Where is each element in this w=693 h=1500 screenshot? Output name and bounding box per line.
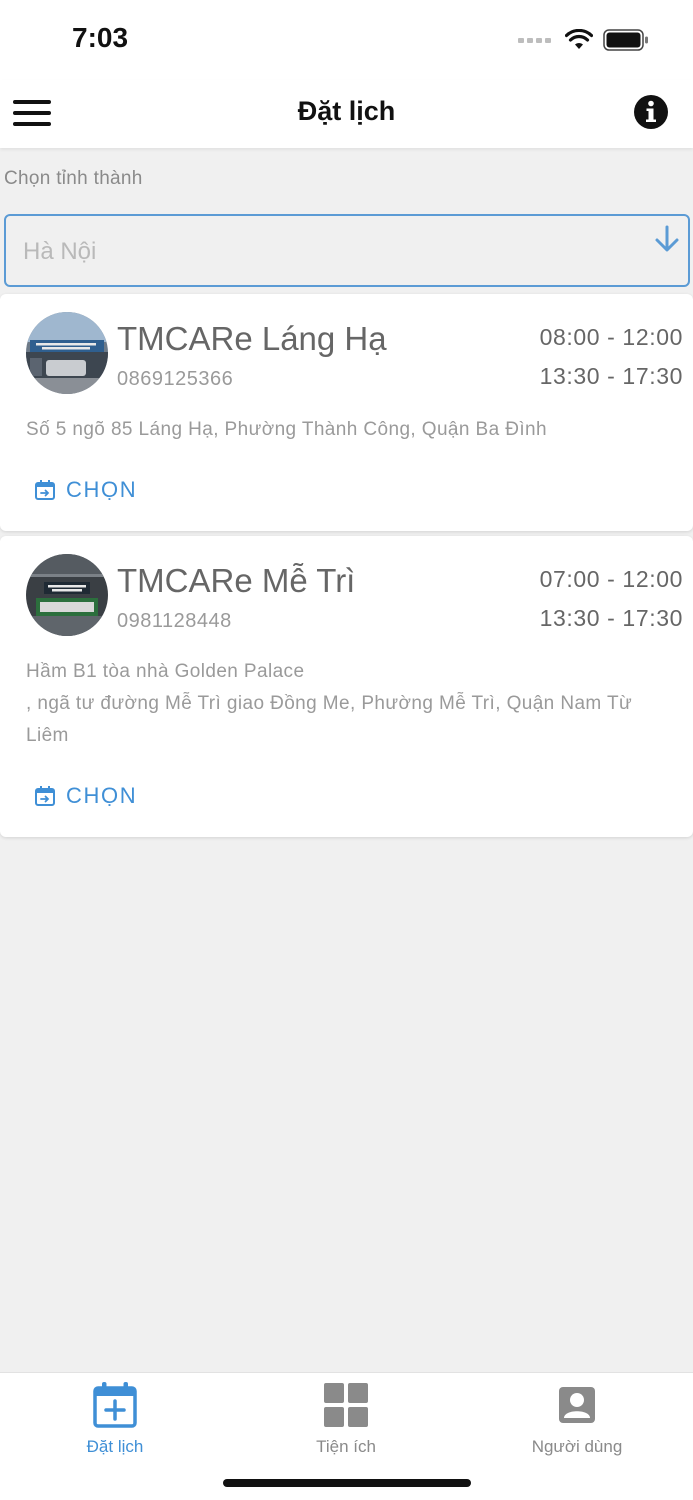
store-name: TMCARe Láng Hạ (117, 320, 387, 357)
province-label: Chọn tỉnh thành (4, 168, 143, 189)
tab-tien-ich[interactable]: Tiện ích (266, 1381, 426, 1457)
status-bar: 7:03 (0, 0, 693, 80)
user-icon (559, 1387, 595, 1423)
tab-dat-lich-label: Đặt lịch (86, 1437, 144, 1456)
cellular-signal-icon (518, 37, 551, 43)
store-name: TMCARe Mễ Trì (117, 562, 356, 599)
choose-store-button[interactable]: CHỌN (34, 477, 137, 503)
choose-store-button[interactable]: CHỌN (34, 783, 137, 809)
store-address: Hầm B1 tòa nhà Golden Palace , ngã tư đư… (26, 656, 663, 752)
province-select[interactable]: Hà Nội (4, 214, 690, 287)
store-hours-afternoon: 13:30 - 17:30 (539, 363, 683, 389)
store-hours: 07:00 - 12:00 13:30 - 17:30 (540, 560, 683, 638)
store-phone[interactable]: 0981128448 (117, 610, 232, 633)
home-indicator[interactable] (223, 1479, 471, 1487)
store-address-line-1: Hầm B1 tòa nhà Golden Palace (26, 661, 305, 682)
choose-store-label: CHỌN (66, 783, 138, 808)
tab-tien-ich-label: Tiện ích (316, 1437, 376, 1456)
store-hours-morning: 08:00 - 12:00 (539, 324, 683, 350)
choose-store-label: CHỌN (66, 477, 138, 502)
wifi-icon (565, 29, 593, 49)
calendar-plus-icon (93, 1382, 137, 1428)
calendar-arrow-icon (35, 480, 55, 500)
battery-icon (603, 29, 648, 51)
store-hours-morning: 07:00 - 12:00 (539, 566, 683, 592)
info-icon[interactable] (633, 94, 669, 130)
store-phone[interactable]: 0869125366 (117, 368, 233, 391)
tab-nguoi-dung-label: Người dùng (531, 1437, 623, 1456)
page-title: Đặt lịch (297, 96, 396, 126)
status-time: 7:03 (72, 22, 129, 53)
grid-icon (324, 1383, 368, 1427)
store-hours: 08:00 - 12:00 13:30 - 17:30 (540, 318, 683, 396)
store-avatar (26, 312, 108, 394)
store-address-line-2: , ngã tư đường Mễ Trì giao Đồng Me, Phườ… (26, 693, 633, 746)
store-card: TMCARe Láng Hạ 0869125366 08:00 - 12:00 … (0, 294, 693, 531)
store-card: TMCARe Mễ Trì 0981128448 07:00 - 12:00 1… (0, 536, 693, 837)
store-address: Số 5 ngõ 85 Láng Hạ, Phường Thành Công, … (26, 419, 547, 440)
tab-dat-lich[interactable]: Đặt lịch (35, 1381, 195, 1457)
navigation-bar: Đặt lịch (0, 80, 693, 148)
province-select-value: Hà Nội (23, 238, 97, 265)
store-avatar (26, 554, 108, 636)
calendar-arrow-icon (35, 786, 55, 806)
store-hours-afternoon: 13:30 - 17:30 (539, 605, 683, 631)
tab-nguoi-dung[interactable]: Người dùng (497, 1381, 657, 1457)
status-icons (518, 26, 649, 54)
arrow-down-icon (655, 225, 679, 252)
